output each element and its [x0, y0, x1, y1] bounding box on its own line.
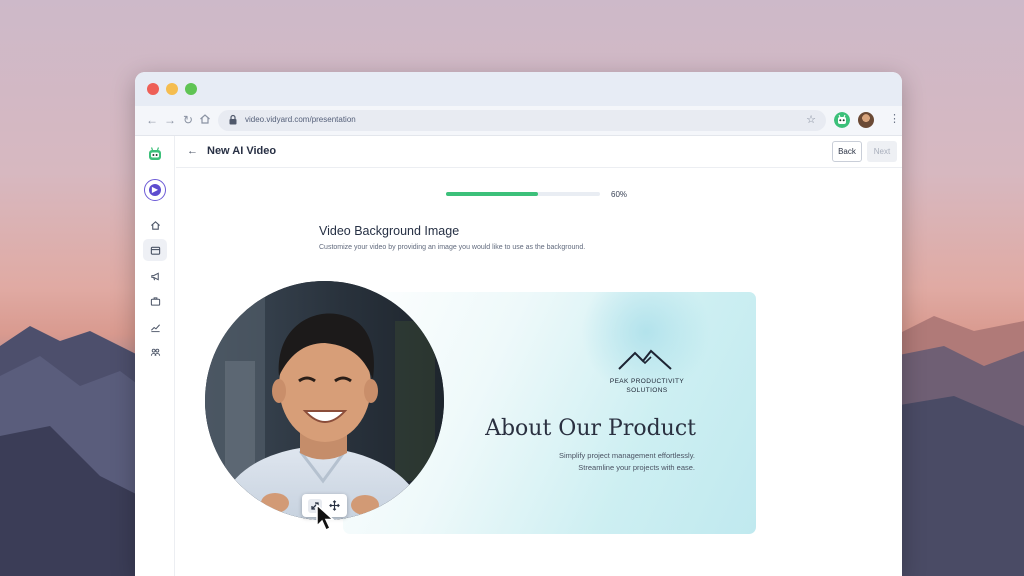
- sidebar-item-briefcase[interactable]: [143, 290, 167, 312]
- section-title: Video Background Image: [319, 224, 460, 238]
- mountain-right-decoration: [894, 316, 1024, 576]
- video-library-icon: [150, 246, 160, 255]
- create-video-button[interactable]: ▶: [144, 179, 166, 201]
- sidebar-item-team[interactable]: [143, 341, 167, 363]
- slide-subtext-line-1: Simplify project management effortlessly…: [558, 451, 695, 460]
- slide-heading: About Our Product: [485, 416, 696, 441]
- vidyard-extension-icon[interactable]: [834, 112, 850, 128]
- megaphone-icon: [150, 271, 159, 281]
- minimize-window-button[interactable]: [166, 83, 178, 95]
- logo-line-2: SOLUTIONS: [626, 387, 668, 394]
- window-titlebar: [135, 72, 902, 106]
- back-arrow-icon[interactable]: ←: [187, 145, 198, 157]
- maximize-window-button[interactable]: [185, 83, 197, 95]
- browser-window: ← → ↻ video.vidyard.com/presentation ☆ ⋮: [135, 72, 902, 576]
- sidebar-item-analytics[interactable]: [143, 316, 167, 338]
- mountain-left-decoration: [0, 326, 140, 576]
- next-button[interactable]: Next: [867, 141, 897, 162]
- profile-avatar[interactable]: [858, 112, 874, 128]
- back-button[interactable]: Back: [832, 141, 862, 162]
- vidyard-logo-icon[interactable]: [147, 146, 163, 162]
- browser-back-icon[interactable]: ←: [145, 113, 159, 127]
- url-text: video.vidyard.com/presentation: [245, 115, 356, 124]
- sidebar-item-home[interactable]: [143, 214, 167, 236]
- browser-forward-icon[interactable]: →: [163, 113, 177, 127]
- lock-icon: [229, 114, 237, 125]
- company-logo-text: PEAK PRODUCTIVITY SOLUTIONS: [601, 377, 693, 395]
- app-sidebar: ▶: [135, 136, 175, 576]
- slide-subtext: Simplify project management effortlessly…: [495, 450, 695, 474]
- page-title: New AI Video: [207, 145, 277, 157]
- home-browser-icon[interactable]: [198, 113, 212, 127]
- mountain-logo-icon: [618, 349, 672, 370]
- bookmark-star-icon[interactable]: ☆: [806, 113, 816, 126]
- presenter-portrait[interactable]: [205, 281, 444, 520]
- record-icon: ▶: [149, 184, 161, 196]
- briefcase-icon: [150, 296, 160, 306]
- browser-toolbar: ← → ↻ video.vidyard.com/presentation ☆ ⋮: [135, 106, 902, 136]
- mouse-cursor-icon: [316, 504, 335, 532]
- analytics-icon: [150, 323, 160, 332]
- progress-bar: [446, 192, 600, 196]
- page-header: ← New AI Video Back Next: [176, 136, 902, 168]
- address-bar[interactable]: video.vidyard.com/presentation ☆: [218, 110, 826, 131]
- sidebar-item-campaigns[interactable]: [143, 265, 167, 287]
- team-icon: [150, 348, 160, 356]
- presenter-avatar-image: [205, 281, 444, 520]
- logo-line-1: PEAK PRODUCTIVITY: [609, 378, 685, 385]
- slide-subtext-line-2: Streamline your projects with ease.: [578, 463, 695, 472]
- reload-icon[interactable]: ↻: [181, 113, 195, 127]
- progress-label: 60%: [611, 190, 628, 199]
- close-window-button[interactable]: [147, 83, 159, 95]
- browser-menu-icon[interactable]: ⋮: [889, 112, 900, 125]
- section-description: Customize your video by providing an ima…: [319, 244, 586, 251]
- sidebar-item-library[interactable]: [143, 239, 167, 261]
- home-icon: [150, 220, 160, 230]
- progress-fill: [446, 192, 539, 196]
